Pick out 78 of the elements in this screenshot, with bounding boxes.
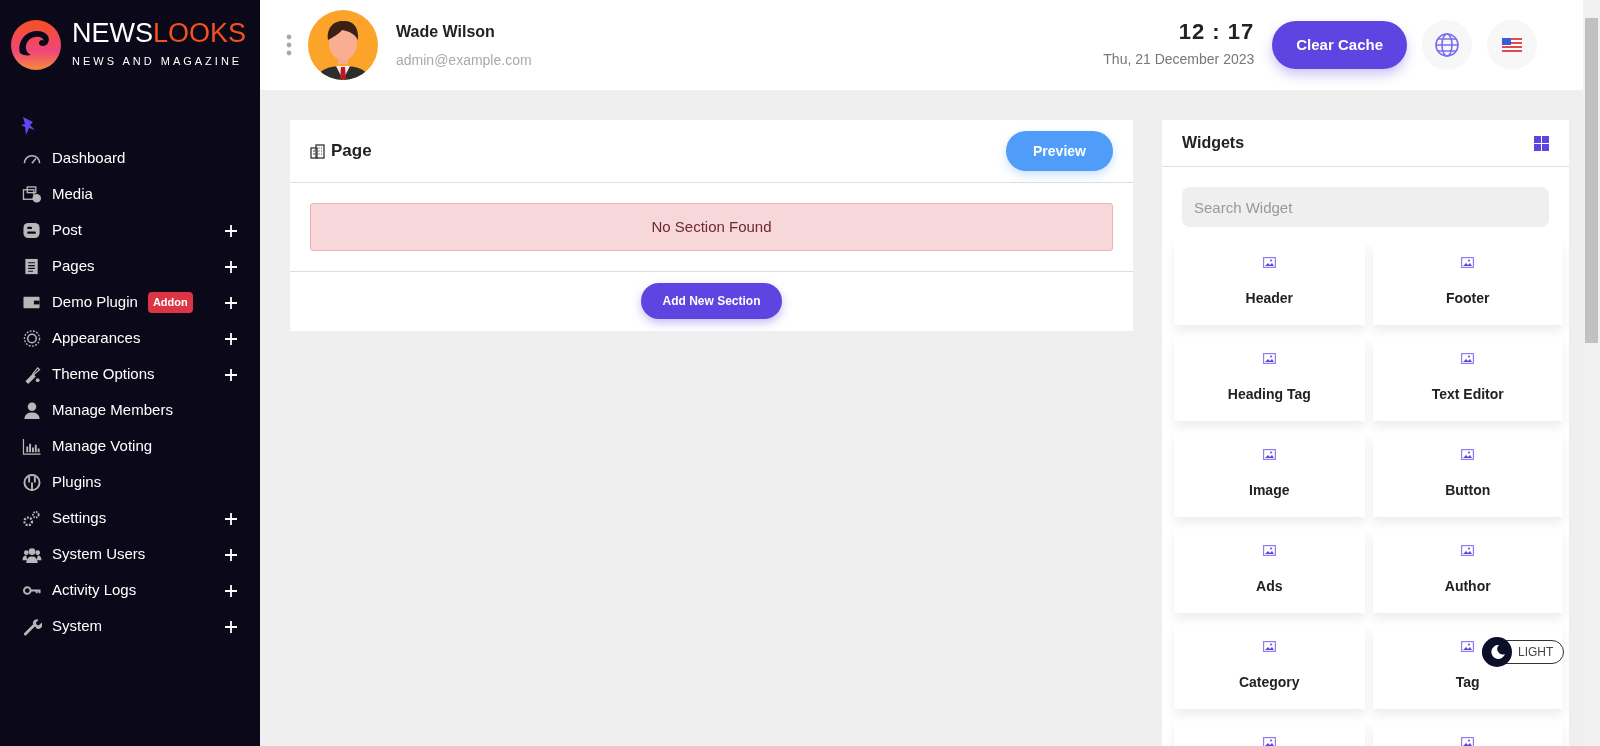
image-icon (1461, 257, 1475, 268)
sidebar-item[interactable]: Dashboard (0, 140, 260, 177)
palette-icon (22, 329, 42, 348)
page-title: Page (331, 140, 372, 163)
image-icon (1461, 737, 1475, 746)
widget-card[interactable]: Author (1372, 529, 1563, 613)
widget-card[interactable]: Footer (1372, 241, 1563, 325)
user-name: Wade Wilson (396, 21, 496, 42)
add-section-button[interactable]: Add New Section (641, 283, 782, 319)
moon-icon (1482, 637, 1512, 667)
plus-icon[interactable] (224, 295, 238, 310)
addon-badge: Addon (147, 292, 193, 313)
plus-icon[interactable] (224, 511, 238, 526)
avatar (308, 10, 378, 80)
image-icon (1262, 449, 1276, 460)
widget-card[interactable]: Image (1174, 433, 1365, 517)
clear-cache-button[interactable]: Clear Cache (1272, 21, 1407, 69)
sidebar-item[interactable]: Appearances (0, 320, 260, 357)
plus-icon[interactable] (224, 331, 238, 346)
plus-icon[interactable] (224, 223, 238, 238)
media-icon (22, 185, 42, 204)
user-icon (22, 401, 42, 420)
plus-icon[interactable] (224, 367, 238, 382)
image-icon (1262, 353, 1276, 364)
sidebar-item[interactable]: Pages (0, 248, 260, 285)
image-icon (1461, 353, 1475, 364)
widget-card[interactable]: Header (1174, 241, 1365, 325)
theme-toggle[interactable]: LIGHT (1482, 640, 1565, 664)
plus-icon[interactable] (224, 583, 238, 598)
widget-card[interactable]: Ads (1174, 529, 1365, 613)
sidebar-item[interactable]: Post (0, 212, 260, 249)
sidebar-item[interactable]: System Users (0, 536, 260, 573)
pin-icon[interactable] (20, 116, 38, 137)
widget-card[interactable]: Category (1174, 625, 1365, 709)
brand-name: NEWSLOOKS (72, 20, 247, 48)
image-icon (1262, 737, 1276, 746)
gears-icon (22, 509, 42, 528)
scrollbar-thumb[interactable] (1585, 18, 1598, 343)
widget-card[interactable]: Text Editor (1372, 337, 1563, 421)
grid-icon[interactable] (1534, 135, 1549, 151)
sidebar-item[interactable]: Media (0, 176, 260, 213)
clock-time: 12 : 17 (1177, 20, 1255, 43)
sidebar-item[interactable]: Manage Voting (0, 428, 260, 465)
panel-title: Widgets (1182, 133, 1245, 153)
flag-button[interactable] (1487, 20, 1537, 70)
plus-icon[interactable] (224, 619, 238, 634)
building-icon (310, 143, 325, 159)
plug-icon (22, 473, 42, 492)
sidebar-item[interactable]: System (0, 608, 260, 645)
search-field[interactable]: Search Widget (1182, 187, 1549, 227)
brand-tagline: NEWS AND MAGAZINE (72, 54, 244, 70)
flag-icon (1502, 38, 1522, 52)
image-icon (1262, 641, 1276, 652)
user-email: admin@example.com (396, 50, 532, 70)
sidebar-item[interactable]: Plugins (0, 464, 260, 501)
image-icon (1262, 545, 1276, 556)
language-button[interactable] (1422, 20, 1472, 70)
wrench-icon (22, 617, 42, 636)
users-icon (22, 545, 42, 564)
image-icon (1262, 257, 1276, 268)
image-icon (1461, 641, 1475, 652)
widget-card[interactable]: Heading Tag (1174, 337, 1365, 421)
sidebar-item[interactable]: Activity Logs (0, 572, 260, 609)
image-icon (1461, 545, 1475, 556)
plus-icon[interactable] (224, 547, 238, 562)
date-text: Thu, 21 December 2023 (1103, 49, 1255, 69)
blog-icon (22, 221, 42, 240)
bar-chart-icon (22, 437, 42, 456)
image-icon (1461, 449, 1475, 460)
sidebar-item[interactable]: Theme Options (0, 356, 260, 393)
globe-icon (1434, 32, 1460, 58)
widget-card[interactable]: Button (1372, 433, 1563, 517)
sidebar-item[interactable]: Demo Plugin Addon (0, 284, 260, 321)
logo-icon (8, 17, 64, 73)
empty-alert: No Section Found (310, 203, 1113, 251)
sidebar-item[interactable]: Manage Members (0, 392, 260, 429)
sidebar-item[interactable]: Settings (0, 500, 260, 537)
plus-icon[interactable] (224, 259, 238, 274)
